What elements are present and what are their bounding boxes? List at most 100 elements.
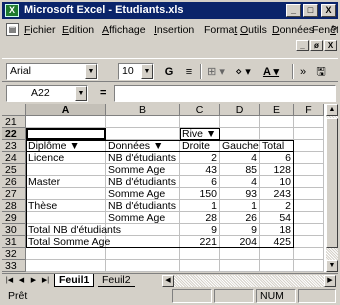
cell-c22[interactable]: Rive ▼ xyxy=(180,128,220,140)
cell-d24[interactable]: 4 xyxy=(220,152,260,164)
close-button[interactable]: X xyxy=(321,4,336,17)
cell-e21[interactable] xyxy=(260,116,294,128)
column-header-f[interactable]: F xyxy=(294,104,324,116)
cell-f32[interactable] xyxy=(294,248,324,260)
cell-b27[interactable]: Somme Age xyxy=(106,188,180,200)
cell-e31[interactable]: 425 xyxy=(260,236,294,248)
menu-insertion[interactable]: Insertion xyxy=(154,24,194,36)
cell-a27[interactable] xyxy=(26,188,106,200)
row-header-25[interactable]: 25 xyxy=(2,164,26,176)
cell-b29[interactable]: Somme Age xyxy=(106,212,180,224)
cell-d21[interactable] xyxy=(220,116,260,128)
first-sheet-icon[interactable]: |◀ xyxy=(4,275,15,286)
save-icon[interactable]: 🖫 xyxy=(314,63,328,81)
scroll-up-icon[interactable]: ▲ xyxy=(326,104,338,116)
cell-c32[interactable] xyxy=(180,248,220,260)
menu-affichage[interactable]: Affichage xyxy=(102,24,146,36)
cell-e29[interactable]: 54 xyxy=(260,212,294,224)
row-header-33[interactable]: 33 xyxy=(2,260,26,272)
column-header-c[interactable]: C xyxy=(180,104,220,116)
cell-b23[interactable]: Données ▼ xyxy=(106,140,180,152)
cell-e22[interactable] xyxy=(260,128,294,140)
sheet-tab-feuil2[interactable]: Feuil2 xyxy=(98,274,135,287)
doc-close-button[interactable]: X xyxy=(324,40,337,51)
chevron-down-icon[interactable]: ▼ xyxy=(75,86,87,101)
formula-input[interactable] xyxy=(114,85,336,102)
menu-fichier[interactable]: Fichier xyxy=(24,24,56,36)
menu-format[interactable]: Format xyxy=(204,24,237,36)
cell-c31[interactable]: 221 xyxy=(180,236,220,248)
row-header-29[interactable]: 29 xyxy=(2,212,26,224)
cell-c23[interactable]: Droite xyxy=(180,140,220,152)
cell-d29[interactable]: 26 xyxy=(220,212,260,224)
cell-f29[interactable] xyxy=(294,212,324,224)
column-header-e[interactable]: E xyxy=(260,104,294,116)
cell-d26[interactable]: 4 xyxy=(220,176,260,188)
row-header-27[interactable]: 27 xyxy=(2,188,26,200)
cell-b31[interactable] xyxy=(106,236,180,248)
cell-e30[interactable]: 18 xyxy=(260,224,294,236)
cell-b22[interactable] xyxy=(106,128,180,140)
cell-e27[interactable]: 243 xyxy=(260,188,294,200)
menu-help[interactable]: ? xyxy=(331,24,337,36)
cell-f21[interactable] xyxy=(294,116,324,128)
scroll-down-icon[interactable]: ▼ xyxy=(326,260,338,272)
cell-c33[interactable] xyxy=(180,260,220,272)
name-box[interactable]: A22 ▼ xyxy=(6,85,88,102)
equals-button[interactable]: = xyxy=(100,87,106,99)
cell-c29[interactable]: 28 xyxy=(180,212,220,224)
cell-b26[interactable]: NB d'étudiants xyxy=(106,176,180,188)
cell-a26[interactable]: Master xyxy=(26,176,106,188)
cell-e24[interactable]: 6 xyxy=(260,152,294,164)
cell-a21[interactable] xyxy=(26,116,106,128)
cell-a30[interactable]: Total NB d'étudiants xyxy=(26,224,121,236)
doc-minimize-button[interactable]: _ xyxy=(296,40,309,51)
horizontal-scrollbar[interactable]: ◀ ▶ xyxy=(162,275,336,287)
cell-b33[interactable] xyxy=(106,260,180,272)
row-header-22[interactable]: 22 xyxy=(2,128,26,140)
cell-f26[interactable] xyxy=(294,176,324,188)
cell-f28[interactable] xyxy=(294,200,324,212)
vertical-scrollbar[interactable]: ▲ ▼ xyxy=(326,104,338,272)
cell-c21[interactable] xyxy=(180,116,220,128)
cell-f27[interactable] xyxy=(294,188,324,200)
row-header-28[interactable]: 28 xyxy=(2,200,26,212)
cell-c24[interactable]: 2 xyxy=(180,152,220,164)
more-buttons-icon[interactable]: » xyxy=(298,63,308,81)
cell-a23[interactable]: Diplôme ▼ xyxy=(26,140,106,152)
cell-f23[interactable] xyxy=(294,140,324,152)
row-header-30[interactable]: 30 xyxy=(2,224,26,236)
row-header-21[interactable]: 21 xyxy=(2,116,26,128)
cell-c30[interactable]: 9 xyxy=(180,224,220,236)
cell-b21[interactable] xyxy=(106,116,180,128)
cell-e32[interactable] xyxy=(260,248,294,260)
cell-a29[interactable] xyxy=(26,212,106,224)
sheet-tab-feuil1[interactable]: Feuil1 xyxy=(54,274,95,287)
cell-d27[interactable]: 93 xyxy=(220,188,260,200)
chevron-down-icon[interactable]: ▼ xyxy=(85,64,97,79)
minimize-button[interactable]: _ xyxy=(286,4,301,17)
column-header-a[interactable]: A xyxy=(26,104,106,116)
cell-d30[interactable]: 9 xyxy=(220,224,260,236)
menu-edition[interactable]: Edition xyxy=(62,24,94,36)
cell-d23[interactable]: Gauche xyxy=(220,140,260,152)
cell-f31[interactable] xyxy=(294,236,324,248)
cell-c28[interactable]: 1 xyxy=(180,200,220,212)
cell-d28[interactable]: 1 xyxy=(220,200,260,212)
row-header-23[interactable]: 23 xyxy=(2,140,26,152)
excel-icon[interactable]: X xyxy=(5,4,19,17)
font-size-select[interactable]: 10 ▼ xyxy=(118,63,154,80)
font-color-button[interactable]: A ▾ xyxy=(260,63,282,81)
cell-a33[interactable] xyxy=(26,260,106,272)
row-header-32[interactable]: 32 xyxy=(2,248,26,260)
scroll-left-icon[interactable]: ◀ xyxy=(162,275,174,287)
align-center-button[interactable]: ≡ xyxy=(182,63,196,81)
cell-f25[interactable] xyxy=(294,164,324,176)
cell-f30[interactable] xyxy=(294,224,324,236)
cell-a24[interactable]: Licence xyxy=(26,152,106,164)
cell-e23[interactable]: Total xyxy=(260,140,294,152)
cell-e25[interactable]: 128 xyxy=(260,164,294,176)
font-name-select[interactable]: Arial ▼ xyxy=(6,63,98,80)
cell-c27[interactable]: 150 xyxy=(180,188,220,200)
row-header-26[interactable]: 26 xyxy=(2,176,26,188)
